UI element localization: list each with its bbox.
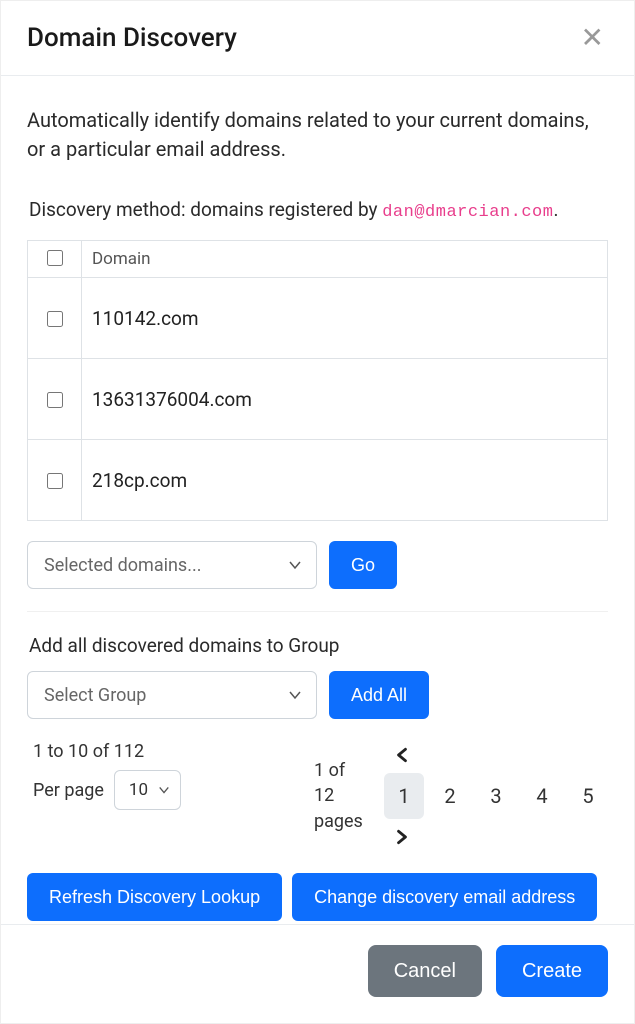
- pager-controls: 1 2 3 4 5: [384, 741, 608, 851]
- method-suffix: .: [553, 198, 558, 221]
- page-info-line3: pages: [314, 811, 363, 832]
- page-number[interactable]: 2: [430, 773, 470, 819]
- page-number[interactable]: 1: [384, 773, 424, 819]
- selected-domains-placeholder: Selected domains...: [44, 555, 201, 576]
- domain-cell: 13631376004.com: [82, 359, 608, 440]
- refresh-lookup-button[interactable]: Refresh Discovery Lookup: [27, 873, 282, 921]
- pagination-area: 1 to 10 of 112 Per page 10 1 of 12 pages: [27, 741, 608, 851]
- chevron-down-icon: [158, 784, 170, 796]
- section-divider: [27, 611, 608, 612]
- select-all-header: [28, 241, 82, 278]
- modal-title: Domain Discovery: [27, 23, 237, 53]
- domain-cell: 110142.com: [82, 278, 608, 359]
- modal-body: Automatically identify domains related t…: [1, 76, 634, 924]
- selected-action-row: Selected domains... Go: [27, 541, 608, 589]
- per-page-value: 10: [129, 780, 148, 800]
- change-email-button[interactable]: Change discovery email address: [292, 873, 597, 921]
- select-group-placeholder: Select Group: [44, 685, 146, 706]
- modal-header: Domain Discovery ✕: [1, 1, 634, 76]
- row-checkbox[interactable]: [47, 392, 63, 408]
- domain-discovery-modal: Domain Discovery ✕ Automatically identif…: [0, 0, 635, 1024]
- lookup-buttons-row: Refresh Discovery Lookup Change discover…: [27, 873, 608, 921]
- domain-column-header: Domain: [82, 241, 608, 278]
- chevron-down-icon: [288, 558, 302, 572]
- next-page-icon[interactable]: [388, 823, 416, 851]
- page-info: 1 of 12 pages: [314, 758, 374, 834]
- domain-table: Domain 110142.com 13631376004.com 218cp.…: [27, 240, 608, 521]
- pagination-right: 1 of 12 pages 1 2 3 4 5: [314, 741, 608, 851]
- page-info-line1: 1 of: [314, 760, 345, 781]
- per-page-select[interactable]: 10: [114, 770, 181, 810]
- discovery-email: dan@dmarcian.com: [382, 203, 553, 222]
- domain-cell: 218cp.com: [82, 440, 608, 521]
- page-numbers: 1 2 3 4 5: [384, 773, 608, 819]
- group-section-label: Add all discovered domains to Group: [29, 634, 608, 657]
- range-text: 1 to 10 of 112: [33, 741, 181, 762]
- method-prefix: Discovery method: domains registered by: [29, 198, 382, 221]
- selected-domains-select[interactable]: Selected domains...: [27, 541, 317, 589]
- close-icon[interactable]: ✕: [577, 24, 608, 52]
- table-row: 110142.com: [28, 278, 608, 359]
- table-row: 218cp.com: [28, 440, 608, 521]
- row-checkbox[interactable]: [47, 311, 63, 327]
- pagination-left: 1 to 10 of 112 Per page 10: [27, 741, 181, 810]
- cancel-button[interactable]: Cancel: [368, 945, 482, 997]
- create-button[interactable]: Create: [496, 945, 608, 997]
- prev-page-icon[interactable]: [388, 741, 416, 769]
- discovery-method-line: Discovery method: domains registered by …: [29, 198, 608, 222]
- chevron-down-icon: [288, 688, 302, 702]
- page-info-line2: 12: [314, 785, 334, 806]
- row-checkbox[interactable]: [47, 473, 63, 489]
- per-page-row: Per page 10: [33, 770, 181, 810]
- table-row: 13631376004.com: [28, 359, 608, 440]
- page-number[interactable]: 5: [568, 773, 608, 819]
- add-all-button[interactable]: Add All: [329, 671, 429, 719]
- select-all-checkbox[interactable]: [47, 250, 63, 266]
- go-button[interactable]: Go: [329, 541, 397, 589]
- per-page-label: Per page: [33, 780, 104, 801]
- page-number[interactable]: 4: [522, 773, 562, 819]
- select-group-dropdown[interactable]: Select Group: [27, 671, 317, 719]
- page-number[interactable]: 3: [476, 773, 516, 819]
- lead-text: Automatically identify domains related t…: [27, 106, 608, 164]
- modal-footer: Cancel Create: [1, 924, 634, 1023]
- group-action-row: Select Group Add All: [27, 671, 608, 719]
